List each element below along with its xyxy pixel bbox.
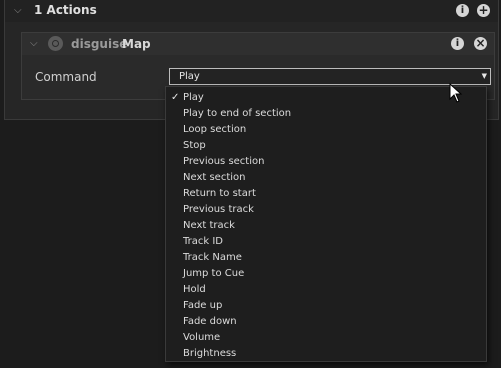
dropdown-option-label: Track Name xyxy=(183,252,242,263)
dropdown-option[interactable]: ✓ Play xyxy=(166,90,486,106)
dropdown-option[interactable]: Stop xyxy=(166,138,486,154)
checkmark-icon: ✓ xyxy=(171,92,180,103)
info-icon[interactable]: i xyxy=(456,4,469,17)
close-icon[interactable]: × xyxy=(474,37,487,50)
dropdown-option[interactable]: Fade down xyxy=(166,314,486,330)
chevron-down-icon[interactable]: ⌵ xyxy=(14,6,22,16)
command-select[interactable]: Play ▼ xyxy=(169,68,491,85)
dropdown-option[interactable]: Next section xyxy=(166,170,486,186)
dropdown-option-label: Loop section xyxy=(183,124,247,135)
dropdown-option-label: Next section xyxy=(183,172,246,183)
dropdown-option-label: Jump to Cue xyxy=(183,268,245,279)
plus-icon[interactable]: + xyxy=(477,4,490,17)
dropdown-option-label: Previous track xyxy=(183,204,254,215)
dropdown-option-label: Fade down xyxy=(183,316,237,327)
actions-title: 1 Actions xyxy=(34,3,97,17)
dropdown-option[interactable]: Hold xyxy=(166,282,486,298)
dropdown-option[interactable]: Jump to Cue xyxy=(166,266,486,282)
command-selected-value: Play xyxy=(179,71,200,82)
command-label: Command xyxy=(35,70,97,84)
dropdown-option[interactable]: Previous track xyxy=(166,202,486,218)
action-brand: disguise xyxy=(71,37,128,51)
dropdown-option[interactable]: Track Name xyxy=(166,250,486,266)
dropdown-option[interactable]: Fade up xyxy=(166,298,486,314)
dropdown-option-label: Return to start xyxy=(183,188,256,199)
dropdown-option-label: Volume xyxy=(183,332,221,343)
dropdown-option-label: Next track xyxy=(183,220,235,231)
dropdown-option[interactable]: Brightness xyxy=(166,346,486,362)
dropdown-option[interactable]: Previous section xyxy=(166,154,486,170)
dropdown-option-label: Brightness xyxy=(183,348,237,359)
chevron-down-icon[interactable]: ▼ xyxy=(482,72,487,80)
mouse-pointer-icon xyxy=(449,83,463,103)
dropdown-option[interactable]: Volume xyxy=(166,330,486,346)
action-name: Map xyxy=(122,37,151,51)
dropdown-option-label: Previous section xyxy=(183,156,265,167)
dropdown-list: ✓ Play Play to end of section Loop section S… xyxy=(166,90,486,362)
dropdown-option[interactable]: Return to start xyxy=(166,186,486,202)
dropdown-option-label: Hold xyxy=(183,284,206,295)
dropdown-option-label: Fade up xyxy=(183,300,223,311)
dropdown-option-label: Stop xyxy=(183,140,206,151)
dropdown-option[interactable]: Loop section xyxy=(166,122,486,138)
dropdown-option[interactable]: Next track xyxy=(166,218,486,234)
actions-header[interactable]: ⌵ 1 Actions i + xyxy=(5,0,498,22)
dropdown-option-label: Play xyxy=(183,92,204,103)
disguise-logo-icon xyxy=(48,36,63,51)
command-dropdown: ✓ Play Play to end of section Loop section S… xyxy=(165,86,487,362)
dropdown-option[interactable]: Track ID xyxy=(166,234,486,250)
dropdown-option-label: Track ID xyxy=(183,236,223,247)
dropdown-option-label: Play to end of section xyxy=(183,108,292,119)
info-icon[interactable]: i xyxy=(451,37,464,50)
dropdown-option[interactable]: Play to end of section xyxy=(166,106,486,122)
chevron-down-icon[interactable]: ⌵ xyxy=(30,39,38,49)
action-header[interactable]: ⌵ disguise Map i × xyxy=(22,33,494,55)
